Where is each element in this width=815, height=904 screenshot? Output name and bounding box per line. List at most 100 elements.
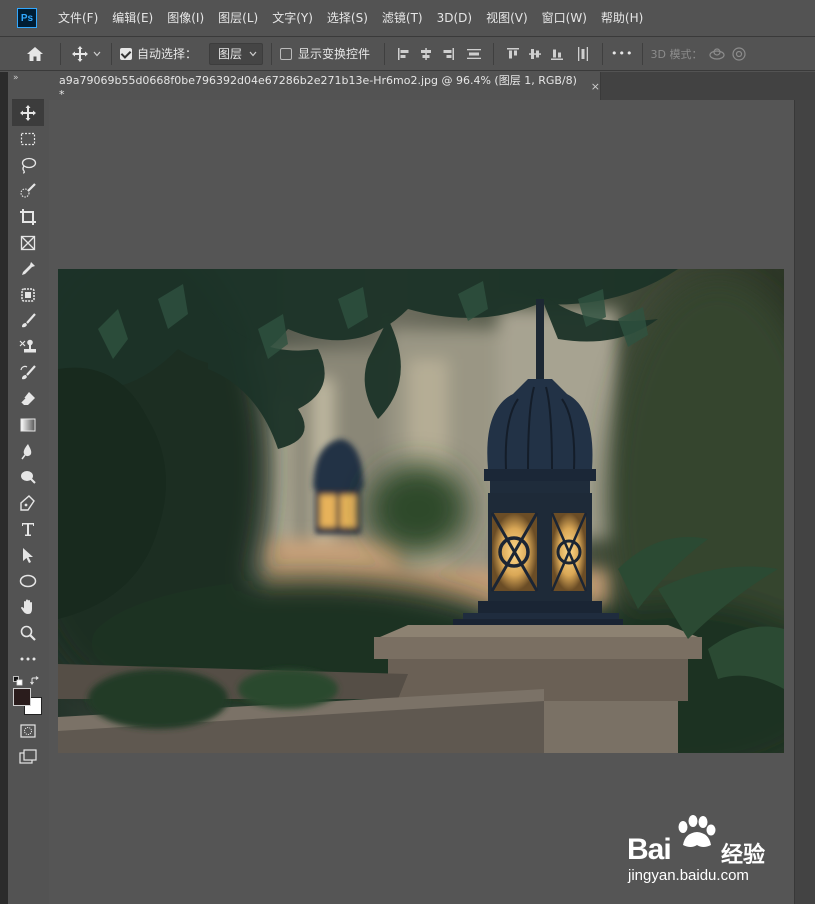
- menu-help[interactable]: 帮助(H): [594, 0, 650, 36]
- foreground-color-swatch[interactable]: [13, 688, 31, 706]
- screen-mode-icon: [19, 749, 37, 764]
- tool-quick-selection[interactable]: [12, 178, 44, 204]
- paw-logo-icon: [678, 815, 716, 847]
- watermark-brand-cn: 经验: [721, 843, 766, 868]
- move-tool-preset-icon[interactable]: [69, 43, 91, 65]
- default-colors-icon[interactable]: [13, 676, 23, 686]
- menu-file[interactable]: 文件(F): [51, 0, 105, 36]
- toolbar-collapse-button[interactable]: »: [10, 72, 40, 84]
- mode-3d-label: 3D 模式：: [650, 47, 703, 61]
- tool-blur[interactable]: [12, 438, 44, 464]
- tool-panel: [12, 99, 44, 779]
- align-top-icon[interactable]: [502, 43, 524, 65]
- separator: [271, 42, 273, 65]
- menu-filter[interactable]: 滤镜(T): [375, 0, 430, 36]
- align-middle-vertical-icon[interactable]: [524, 43, 546, 65]
- garden-lamp-photo: [58, 269, 784, 753]
- roll-3d-icon[interactable]: [728, 43, 750, 65]
- tool-lasso[interactable]: [12, 152, 44, 178]
- swap-colors-icon[interactable]: [30, 676, 40, 686]
- panel-edge: [0, 72, 8, 904]
- show-transform-checkbox[interactable]: [280, 47, 293, 60]
- auto-select-checkbox[interactable]: [120, 47, 132, 60]
- document-tab[interactable]: a9a79069b55d0668f0be796392d04e67286b2e27…: [49, 72, 601, 101]
- tool-eraser[interactable]: [12, 386, 44, 412]
- chevron-down-icon: [249, 51, 257, 56]
- frame-icon: [20, 235, 36, 251]
- watermark-url: jingyan.baidu.com: [628, 867, 749, 884]
- photoshop-logo: Ps: [17, 8, 37, 28]
- quick-selection-icon: [20, 183, 36, 198]
- tool-marquee[interactable]: [12, 126, 44, 152]
- tool-more[interactable]: [12, 646, 44, 672]
- clone-stamp-icon: [19, 339, 36, 353]
- home-icon[interactable]: [24, 43, 46, 65]
- brush-icon: [22, 313, 36, 328]
- separator: [111, 42, 112, 65]
- tool-move[interactable]: [12, 100, 44, 126]
- tool-type[interactable]: [12, 516, 44, 542]
- separator: [602, 42, 604, 65]
- baidu-jingyan-watermark: Bai 经验 jingyan.baidu.com: [625, 815, 795, 890]
- menu-window[interactable]: 窗口(W): [535, 0, 594, 36]
- tool-path-selection[interactable]: [12, 542, 44, 568]
- move-icon: [20, 105, 36, 121]
- align-right-icon[interactable]: [437, 43, 459, 65]
- tool-quick-mask[interactable]: [12, 718, 44, 744]
- hand-icon: [21, 599, 32, 614]
- tool-frame[interactable]: [12, 230, 44, 256]
- menu-image[interactable]: 图像(I): [160, 0, 211, 36]
- tool-history-brush[interactable]: [12, 360, 44, 386]
- chevron-down-icon[interactable]: [91, 43, 103, 65]
- tool-crop[interactable]: [12, 204, 44, 230]
- pen-icon: [20, 495, 35, 511]
- distribute-horizontal-icon[interactable]: [572, 43, 594, 65]
- tool-ellipse[interactable]: [12, 568, 44, 594]
- dodge-icon: [21, 471, 36, 484]
- menu-3d[interactable]: 3D(D): [430, 0, 479, 36]
- menu-select[interactable]: 选择(S): [320, 0, 375, 36]
- close-tab-button[interactable]: ×: [591, 80, 600, 93]
- eyedropper-icon: [22, 262, 35, 275]
- align-left-icon[interactable]: [393, 43, 415, 65]
- blur-icon: [21, 444, 32, 460]
- distribute-vertical-icon[interactable]: [463, 43, 485, 65]
- menu-bar: Ps 文件(F) 编辑(E) 图像(I) 图层(L) 文字(Y) 选择(S) 滤…: [0, 0, 815, 36]
- tool-dodge[interactable]: [12, 464, 44, 490]
- separator: [641, 42, 643, 65]
- auto-select-target-dropdown[interactable]: 图层: [209, 42, 264, 65]
- tool-screen-mode[interactable]: [12, 744, 44, 770]
- auto-select-label: 自动选择：: [137, 47, 198, 61]
- align-bottom-icon[interactable]: [546, 43, 568, 65]
- tool-eyedropper[interactable]: [12, 256, 44, 282]
- tool-healing[interactable]: [12, 282, 44, 308]
- document-image[interactable]: [58, 269, 784, 753]
- more-tools-icon: [20, 657, 36, 661]
- separator: [384, 42, 386, 65]
- watermark-brand: Bai: [627, 833, 672, 866]
- options-bar: 自动选择： 图层 显示变换控件 ••• 3D 模式：: [0, 36, 815, 71]
- layer-select-value: 图层: [218, 47, 243, 61]
- tool-pen[interactable]: [12, 490, 44, 516]
- marquee-icon: [20, 132, 36, 146]
- menu-type[interactable]: 文字(Y): [265, 0, 320, 36]
- zoom-icon: [20, 625, 36, 641]
- tool-hand[interactable]: [12, 594, 44, 620]
- menu-layer[interactable]: 图层(L): [211, 0, 265, 36]
- lasso-icon: [21, 157, 37, 174]
- quick-mask-icon: [20, 724, 36, 738]
- tool-gradient[interactable]: [12, 412, 44, 438]
- tool-clone-stamp[interactable]: [12, 334, 44, 360]
- align-center-horizontal-icon[interactable]: [415, 43, 437, 65]
- menu-view[interactable]: 视图(V): [479, 0, 535, 36]
- document-tab-title: a9a79069b55d0668f0be796392d04e67286b2e27…: [59, 73, 577, 101]
- history-brush-icon: [20, 365, 36, 380]
- menu-edit[interactable]: 编辑(E): [105, 0, 160, 36]
- color-swatches: [12, 672, 44, 718]
- panel-dock-edge: [794, 100, 815, 904]
- orbit-3d-icon[interactable]: [706, 43, 728, 65]
- tool-zoom[interactable]: [12, 620, 44, 646]
- eraser-icon: [20, 392, 35, 405]
- tool-brush[interactable]: [12, 308, 44, 334]
- more-options-button[interactable]: •••: [611, 47, 633, 60]
